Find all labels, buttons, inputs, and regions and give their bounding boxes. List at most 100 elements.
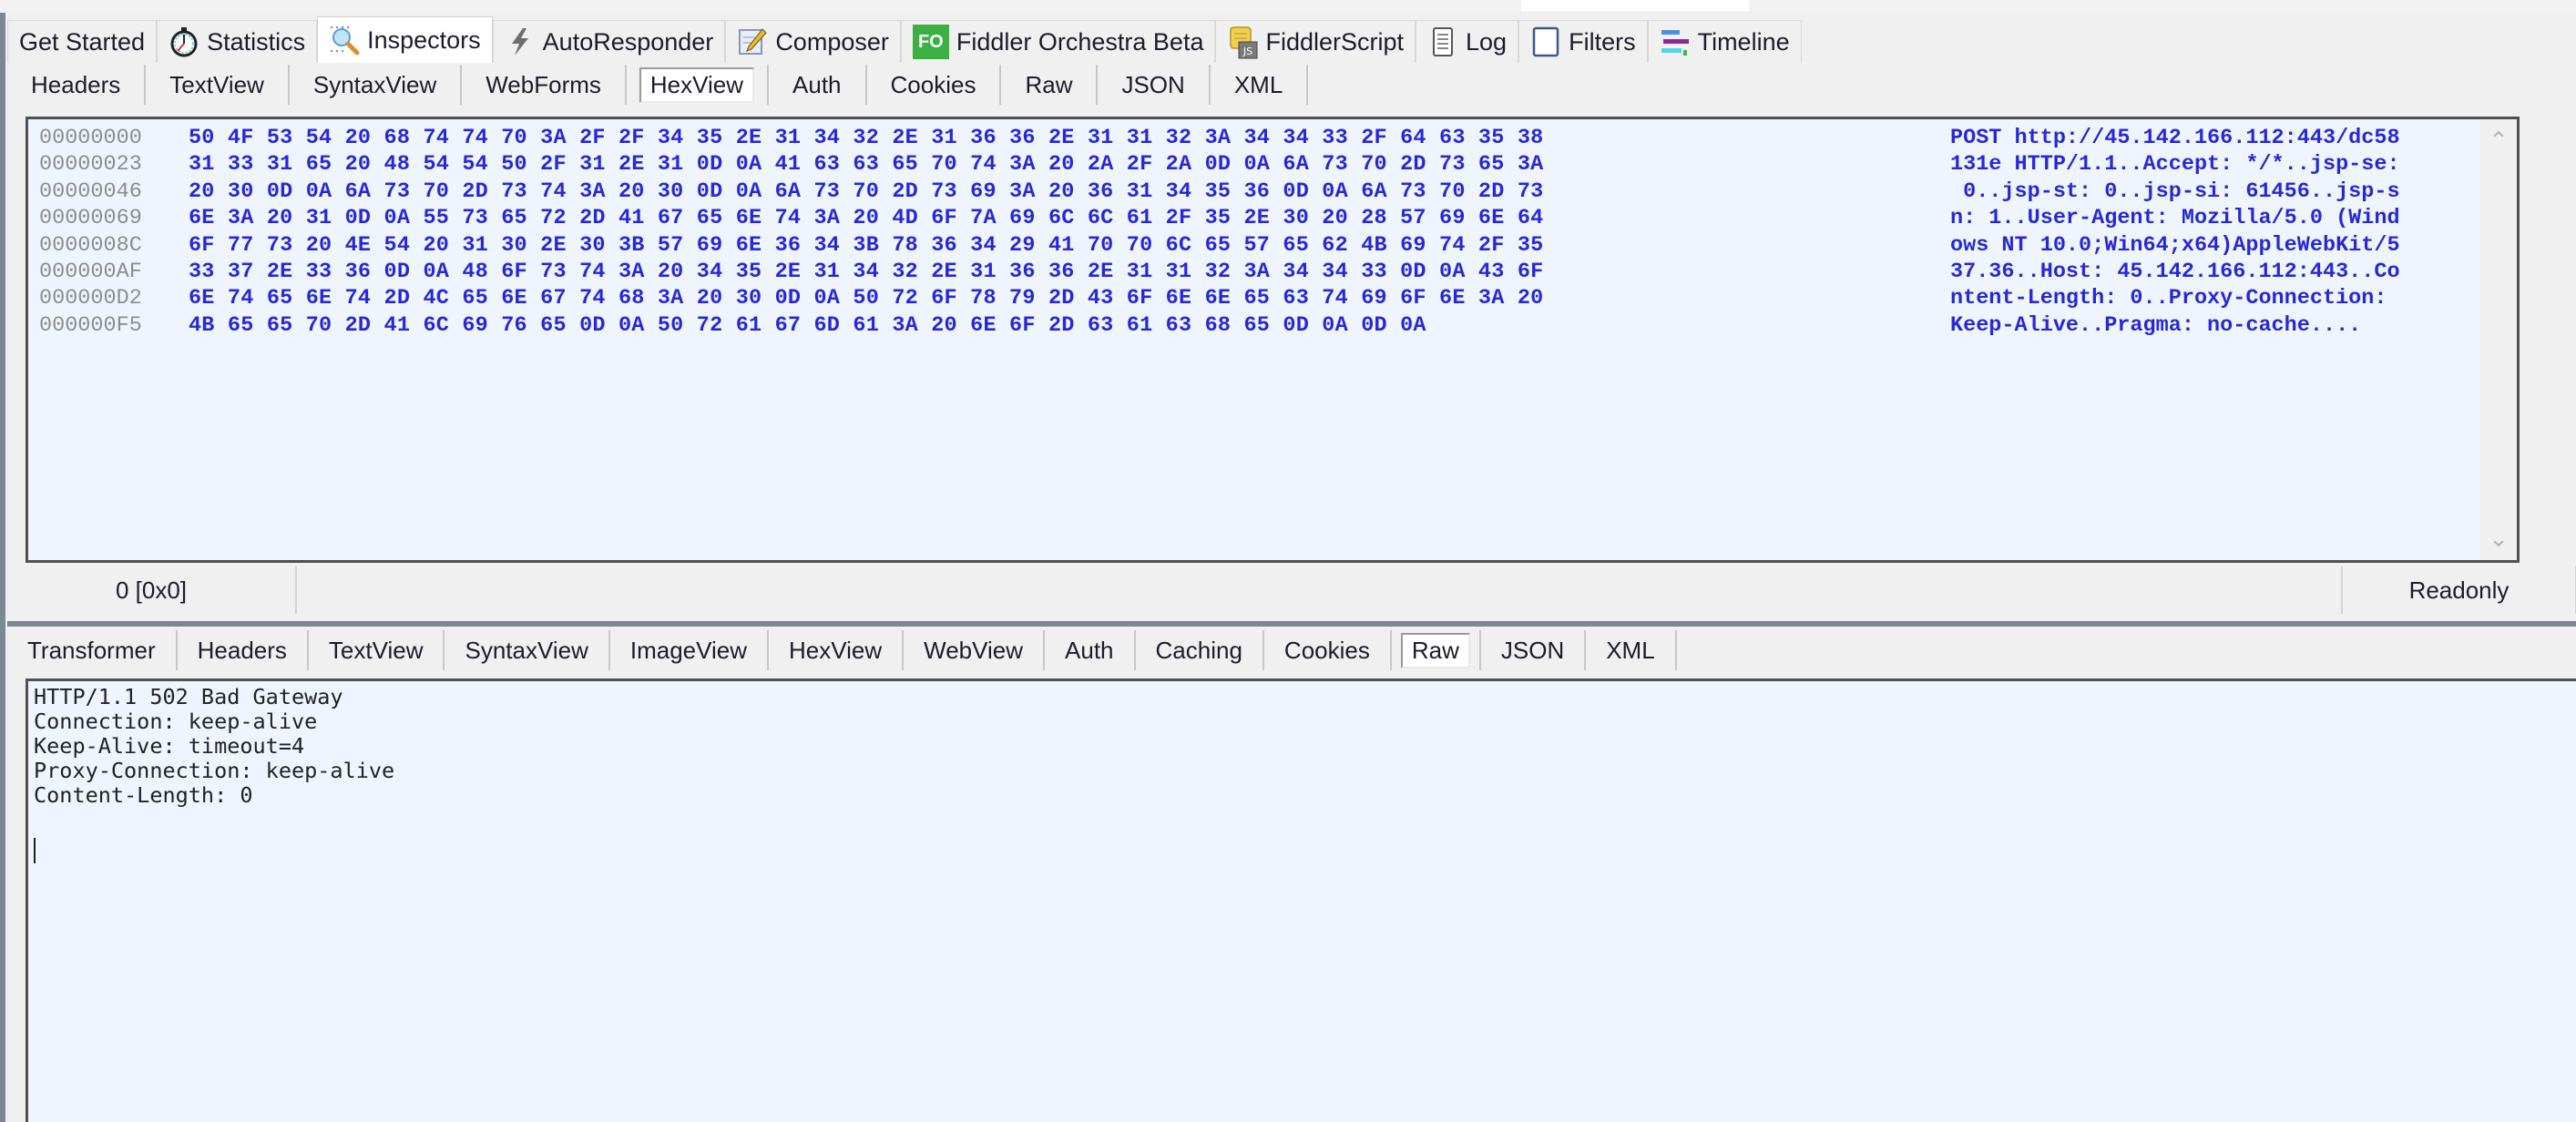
- resp-tab-cookies[interactable]: Cookies: [1264, 630, 1392, 670]
- toolbar-input-fragment: [1521, 0, 1749, 11]
- hex-row: 00000000 50 4F 53 54 20 68 74 74 70 3A 2F…: [39, 125, 2400, 151]
- hex-rows: 00000000 50 4F 53 54 20 68 74 74 70 3A 2F…: [39, 125, 2400, 339]
- hex-ascii: POST http://45.142.166.112:443/dc58: [1950, 126, 2400, 150]
- tab-label: ImageView: [629, 636, 748, 664]
- hex-row: 000000AF 33 37 2E 33 36 0D 0A 48 6F 73 74…: [39, 259, 2400, 285]
- req-tab-auth[interactable]: Auth: [769, 65, 867, 105]
- hex-ascii: ows NT 10.0;Win64;x64)AppleWebKit/5: [1950, 232, 2400, 258]
- req-tab-json[interactable]: JSON: [1098, 65, 1211, 105]
- tab-label: SyntaxView: [312, 70, 437, 98]
- filters-icon: [1530, 26, 1561, 57]
- panel-splitter[interactable]: [7, 621, 2576, 627]
- tab-label: Transformer: [27, 636, 156, 664]
- tab-inspectors[interactable]: Inspectors: [317, 16, 493, 63]
- req-tab-webforms[interactable]: WebForms: [462, 65, 627, 105]
- tab-label: Timeline: [1697, 27, 1790, 56]
- req-tab-syntaxview[interactable]: SyntaxView: [290, 65, 463, 105]
- hex-row: 00000023 31 33 31 65 20 48 54 54 50 2F 31…: [39, 151, 2400, 178]
- tab-label: HexView: [789, 636, 883, 664]
- hex-row: 0000008C 6F 77 73 20 4E 54 20 31 30 2E 30…: [39, 232, 2400, 259]
- resp-tab-textview[interactable]: TextView: [309, 630, 445, 670]
- tab-statistics[interactable]: Statistics: [157, 20, 318, 63]
- hex-vertical-scrollbar[interactable]: ⌃ ⌄: [2480, 119, 2517, 560]
- resp-tab-raw[interactable]: Raw: [1392, 630, 1481, 670]
- tab-fiddlerscript[interactable]: JS FiddlerScript: [1215, 20, 1416, 63]
- tab-filters[interactable]: Filters: [1518, 20, 1648, 63]
- tab-label: HexView: [639, 66, 755, 103]
- hex-offset: 000000D2: [39, 286, 142, 311]
- req-tab-hexview[interactable]: HexView: [627, 65, 770, 105]
- hex-offset: 0000008C: [39, 232, 142, 258]
- scroll-up-chevron-icon[interactable]: ⌃: [2480, 127, 2517, 155]
- resp-tab-syntaxview[interactable]: SyntaxView: [445, 630, 610, 670]
- req-tab-cookies[interactable]: Cookies: [867, 65, 1002, 105]
- hex-view-panel[interactable]: 00000000 50 4F 53 54 20 68 74 74 70 3A 2F…: [26, 117, 2520, 563]
- tab-label: TextView: [169, 70, 264, 98]
- resp-tab-webview[interactable]: WebView: [904, 630, 1046, 670]
- tab-label: Filters: [1569, 27, 1636, 56]
- hex-offset: 00000000: [39, 126, 142, 150]
- tab-label: Get Started: [19, 27, 146, 56]
- tab-label: Cookies: [1283, 636, 1370, 664]
- tab-fiddler-orchestra-beta[interactable]: FO Fiddler Orchestra Beta: [900, 20, 1216, 63]
- response-inspector-tabs: Transformer Headers TextView SyntaxView …: [7, 630, 1677, 670]
- tab-label: Headers: [197, 636, 287, 664]
- hex-ascii: 131e HTTP/1.1..Accept: */*..jsp-se:: [1950, 152, 2400, 178]
- tab-label: WebView: [924, 636, 1024, 664]
- tab-label: Headers: [31, 70, 121, 98]
- hex-ascii: 0..jsp-st: 0..jsp-si: 61456..jsp-s: [1950, 178, 2400, 204]
- tab-label: XML: [1606, 636, 1655, 664]
- tab-log[interactable]: Log: [1416, 20, 1519, 63]
- hex-offset: 000000AF: [39, 260, 142, 285]
- resp-tab-xml[interactable]: XML: [1586, 630, 1677, 670]
- req-tab-xml[interactable]: XML: [1211, 65, 1309, 105]
- resp-tab-transformer[interactable]: Transformer: [7, 630, 178, 670]
- req-tab-textview[interactable]: TextView: [146, 65, 290, 105]
- left-window-edge: [0, 13, 5, 1122]
- tab-label: FiddlerScript: [1265, 27, 1405, 56]
- hex-row: 000000F5 4B 65 65 70 2D 41 6C 69 76 65 0D…: [39, 312, 2400, 339]
- tab-label: Raw: [1400, 632, 1470, 668]
- tab-label: TextView: [328, 636, 424, 664]
- tab-timeline[interactable]: Timeline: [1647, 20, 1802, 63]
- resp-tab-hexview[interactable]: HexView: [769, 630, 905, 670]
- main-tab-bar: Get Started Statistics Inspectors AutoRe…: [7, 16, 1802, 63]
- tab-label: JSON: [1121, 70, 1185, 98]
- hex-bytes: 6F 77 73 20 4E 54 20 31 30 2E 30 3B 57 6…: [189, 232, 1544, 258]
- hex-bytes: 50 4F 53 54 20 68 74 74 70 3A 2F 2F 34 3…: [189, 126, 1544, 150]
- tab-label: Composer: [775, 27, 889, 56]
- tab-label: Inspectors: [367, 26, 481, 54]
- tab-label: XML: [1233, 70, 1283, 98]
- timeline-icon: [1660, 26, 1691, 57]
- fo-badge-icon: FO: [912, 25, 949, 59]
- fo-badge-text: FO: [917, 31, 944, 52]
- hex-ascii: n: 1..User-Agent: Mozilla/5.0 (Wind: [1950, 206, 2400, 231]
- hex-bytes: 33 37 2E 33 36 0D 0A 48 6F 73 74 3A 20 3…: [189, 260, 1544, 285]
- tab-label: Cookies: [890, 70, 976, 98]
- magnifier-icon: [329, 25, 360, 56]
- js-scroll-icon: JS: [1227, 26, 1258, 59]
- tab-autoresponder[interactable]: AutoResponder: [492, 20, 726, 63]
- resp-tab-headers[interactable]: Headers: [178, 630, 309, 670]
- raw-response-textarea[interactable]: HTTP/1.1 502 Bad Gateway Connection: kee…: [26, 678, 2576, 1122]
- tab-label: Raw: [1025, 70, 1073, 98]
- tab-label: Caching: [1155, 636, 1242, 664]
- status-readonly: Readonly: [2341, 566, 2576, 614]
- resp-tab-json[interactable]: JSON: [1481, 630, 1587, 670]
- req-tab-raw[interactable]: Raw: [1001, 65, 1099, 105]
- tab-get-started[interactable]: Get Started: [7, 20, 158, 63]
- req-tab-headers[interactable]: Headers: [7, 65, 147, 105]
- scroll-down-chevron-icon[interactable]: ⌄: [2480, 525, 2517, 553]
- tab-composer[interactable]: Composer: [725, 20, 901, 63]
- resp-tab-auth[interactable]: Auth: [1045, 630, 1136, 670]
- text-caret: [34, 838, 36, 863]
- status-position: 0 [0x0]: [7, 566, 297, 614]
- resp-tab-imageview[interactable]: ImageView: [610, 630, 770, 670]
- resp-tab-caching[interactable]: Caching: [1136, 630, 1264, 670]
- pencil-icon: [737, 26, 768, 57]
- hex-bytes: 6E 74 65 6E 74 2D 4C 65 6E 67 74 68 3A 2…: [189, 286, 1544, 311]
- hex-offset: 00000046: [39, 178, 142, 204]
- stopwatch-icon: [169, 26, 199, 57]
- hex-bytes: 6E 3A 20 31 0D 0A 55 73 65 72 2D 41 67 6…: [189, 206, 1544, 231]
- tab-label: WebForms: [486, 70, 601, 98]
